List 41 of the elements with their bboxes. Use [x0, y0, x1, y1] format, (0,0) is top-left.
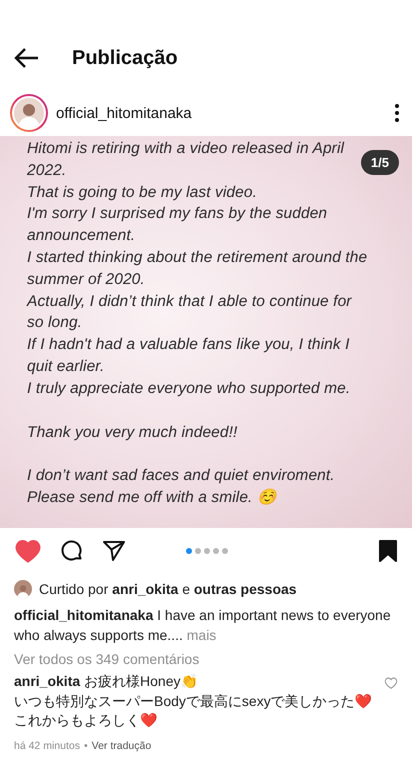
comment-time: há 42 minutos — [14, 740, 80, 752]
image-text-line: Thank you very much indeed!! — [27, 422, 238, 443]
post-caption: official_hitomitanaka I have an important news to everyone who always supports me.... mais — [14, 606, 392, 645]
separator-dot: • — [84, 740, 88, 752]
like-button[interactable] — [14, 537, 42, 565]
save-button[interactable] — [378, 540, 398, 562]
carousel-dot[interactable] — [186, 548, 192, 554]
comment-text: これからもよろしく❤ — [14, 711, 158, 730]
back-arrow-icon — [14, 47, 40, 69]
carousel-dot[interactable] — [222, 548, 228, 554]
carousel-dot[interactable] — [204, 548, 210, 554]
image-text-line: I started thinking about the retirement around the — [27, 248, 368, 268]
back-button[interactable] — [14, 47, 40, 69]
image-text-line: summer of 2020. — [27, 270, 145, 290]
image-text-line: I don’t want sad faces and quiet enviroment. — [27, 466, 335, 486]
liked-by-text: Curtido por anri_okita e outras pessoas — [39, 580, 297, 598]
image-text-line: Actually, I didn’t think that I able to continue for — [27, 292, 352, 312]
image-text-line: 2022. — [27, 160, 66, 181]
image-text-line: Please send me off with a smile. ☺ — [27, 488, 276, 508]
image-text-line: quit earlier. — [27, 356, 104, 377]
username[interactable]: official_hitomitanaka — [56, 104, 386, 122]
image-counter: 1/5 — [360, 150, 399, 175]
share-button[interactable] — [102, 540, 126, 562]
liker-avatar[interactable] — [14, 580, 32, 598]
page-title: Publicação — [72, 46, 178, 70]
image-text-line: so long. — [27, 313, 82, 334]
comment-text: いつも特別なスーパーBodyで最高にsexyで美しかった❤ — [14, 692, 373, 711]
carousel-dot[interactable] — [195, 548, 201, 554]
image-text-line: That is going to be my last video. — [27, 182, 257, 203]
image-text-line: If I hadn't had a valuable fans like you, I think I — [27, 335, 350, 356]
image-text-line: I truly appreciate everyone who supported me. — [27, 378, 350, 399]
more-options-button[interactable] — [394, 104, 400, 122]
image-text-line: I'm sorry I surprised my fans by the sudden — [27, 204, 328, 224]
comment-like-button[interactable] — [384, 676, 398, 690]
translate-link[interactable]: Ver tradução — [92, 740, 152, 752]
avatar[interactable] — [10, 94, 48, 132]
comment-button[interactable] — [60, 539, 84, 563]
image-text-line: announcement. — [27, 226, 136, 246]
comment-text: anri_okita お疲れ様Honey👏 — [14, 672, 198, 691]
carousel-dot[interactable] — [213, 548, 219, 554]
image-text-line: Hitomi is retiring with a video released in April — [27, 139, 344, 159]
